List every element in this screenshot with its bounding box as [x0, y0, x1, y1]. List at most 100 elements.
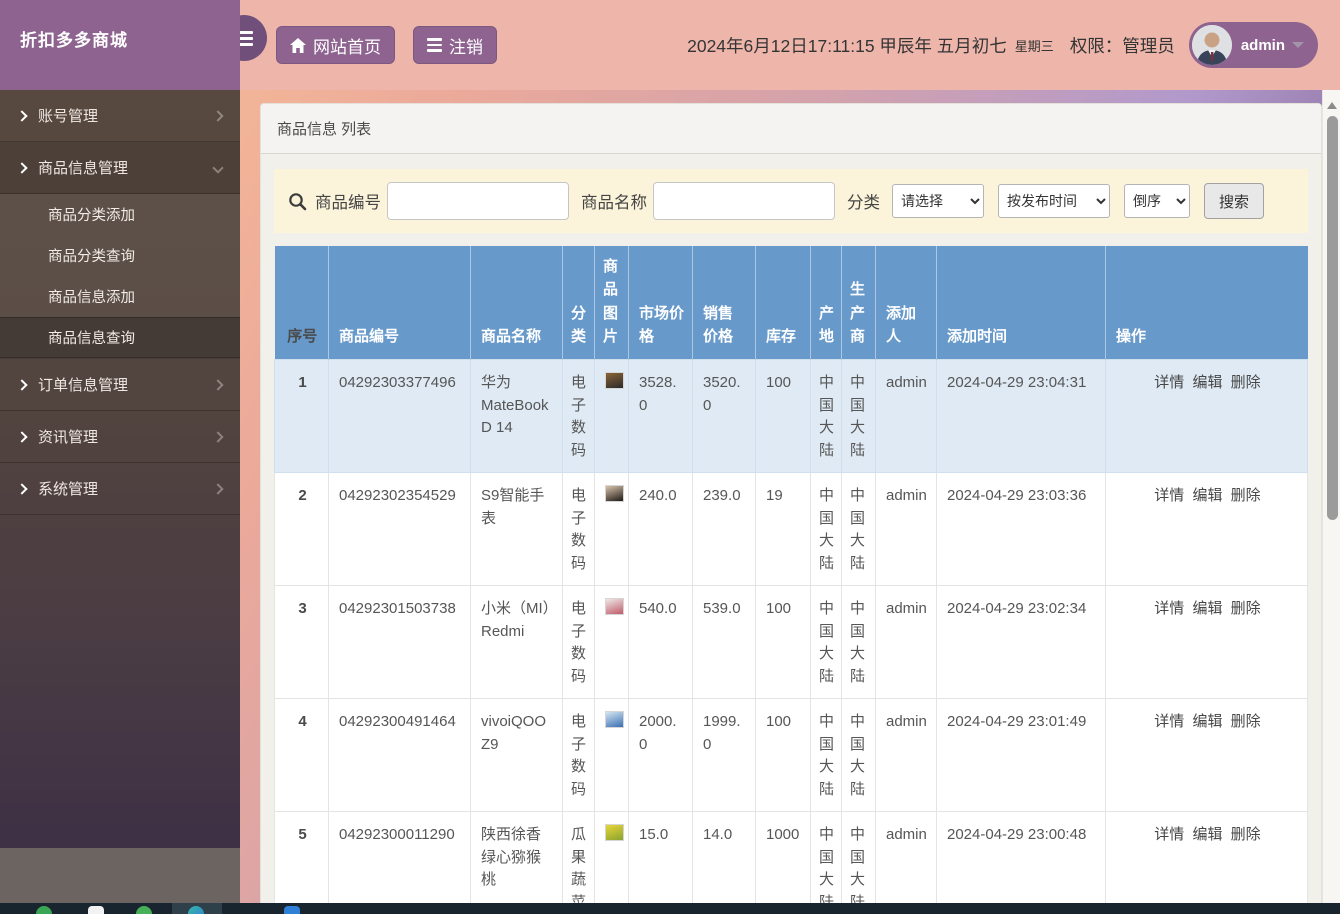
- row-image-cell: [594, 585, 629, 699]
- table-row: 5 04292300011290 陕西徐香绿心猕猴桃 瓜果蔬菜 15.0 14.…: [274, 811, 1308, 903]
- row-stock: 100: [755, 585, 811, 699]
- chevron-right-icon: [212, 482, 224, 495]
- sidebar-item-product-category-add[interactable]: 商品分类添加: [0, 194, 240, 235]
- row-index: 4: [274, 698, 329, 812]
- chevron-right-icon: [16, 109, 28, 122]
- col-header-producer: 生产商: [841, 246, 876, 360]
- sidebar-item-product-category-query[interactable]: 商品分类查询: [0, 235, 240, 276]
- sort-order-select[interactable]: 倒序: [1124, 184, 1190, 218]
- sidebar-item-order-management[interactable]: 订单信息管理: [0, 359, 240, 411]
- col-header-product-image: 商品图片: [594, 246, 629, 360]
- delete-link[interactable]: 删除: [1231, 713, 1261, 730]
- row-producer: 中国大陆: [841, 698, 876, 812]
- taskbar-app-icon[interactable]: [36, 906, 52, 914]
- edit-link[interactable]: 编辑: [1192, 713, 1222, 730]
- sidebar-item-account-management[interactable]: 账号管理: [0, 90, 240, 142]
- delete-link[interactable]: 删除: [1231, 600, 1261, 617]
- chevron-right-icon: [212, 378, 224, 391]
- chevron-right-icon: [212, 430, 224, 443]
- detail-link[interactable]: 详情: [1154, 374, 1184, 391]
- table-row: 3 04292301503738 小米（MI）Redmi 电子数码 540.0 …: [274, 585, 1308, 699]
- row-index: 2: [274, 472, 329, 586]
- sidebar-item-product-info-add[interactable]: 商品信息添加: [0, 276, 240, 317]
- scrollbar-thumb[interactable]: [1326, 116, 1338, 520]
- detail-link[interactable]: 详情: [1154, 713, 1184, 730]
- chevron-down-icon: [212, 161, 224, 174]
- detail-link[interactable]: 详情: [1154, 826, 1184, 843]
- row-category: 电子数码: [562, 585, 595, 699]
- row-added-by: admin: [875, 359, 937, 473]
- row-stock: 19: [755, 472, 811, 586]
- row-added-time: 2024-04-29 23:04:31: [936, 359, 1106, 473]
- home-icon: [290, 37, 306, 53]
- delete-link[interactable]: 删除: [1231, 487, 1261, 504]
- taskbar-app-icon[interactable]: [136, 906, 152, 914]
- edit-link[interactable]: 编辑: [1192, 826, 1222, 843]
- row-added-time: 2024-04-29 23:02:34: [936, 585, 1106, 699]
- logout-button[interactable]: 注销: [413, 26, 497, 64]
- sidebar: 折扣多多商城 账号管理 商品信息管理 商品分类添加 商品分类查询 商品信息添加 …: [0, 0, 240, 903]
- row-added-by: admin: [875, 472, 937, 586]
- row-producer: 中国大陆: [841, 359, 876, 473]
- sidebar-subitem-label: 商品分类添加: [48, 208, 135, 224]
- sidebar-item-news-management[interactable]: 资讯管理: [0, 411, 240, 463]
- row-added-time: 2024-04-29 23:03:36: [936, 472, 1106, 586]
- scroll-up-arrow-icon[interactable]: [1327, 102, 1337, 109]
- sidebar-item-label: 资讯管理: [38, 429, 99, 446]
- row-sale-price: 239.0: [692, 472, 756, 586]
- product-name-label: 商品名称: [581, 194, 647, 212]
- col-header-origin: 产地: [810, 246, 842, 360]
- table-row: 2 04292302354529 S9智能手表 电子数码 240.0 239.0…: [274, 472, 1308, 586]
- page-title: 商品信息 列表: [277, 121, 372, 138]
- list-icon: [427, 38, 442, 52]
- product-image: [605, 598, 624, 615]
- edit-link[interactable]: 编辑: [1192, 374, 1222, 391]
- user-menu[interactable]: admin: [1188, 22, 1318, 68]
- row-product-no: 04292300011290: [328, 811, 471, 903]
- row-producer: 中国大陆: [841, 585, 876, 699]
- row-product-name: 小米（MI）Redmi: [470, 585, 563, 699]
- col-header-category: 分类: [562, 246, 595, 360]
- row-market-price: 3528.0: [628, 359, 693, 473]
- product-name-input[interactable]: [653, 182, 835, 220]
- sidebar-item-system-management[interactable]: 系统管理: [0, 463, 240, 515]
- product-image: [605, 372, 624, 389]
- category-select[interactable]: 请选择: [892, 184, 984, 218]
- chevron-right-icon: [16, 378, 28, 391]
- row-index: 3: [274, 585, 329, 699]
- row-origin: 中国大陆: [810, 585, 842, 699]
- row-index: 5: [274, 811, 329, 903]
- taskbar-app-icon[interactable]: [88, 906, 104, 914]
- row-market-price: 15.0: [628, 811, 693, 903]
- product-no-label: 商品编号: [315, 194, 381, 212]
- panel-body: 商品编号 商品名称 分类 请选择 按发布时间 倒序 搜索 序号 商品编号 商品名…: [261, 154, 1321, 903]
- edit-link[interactable]: 编辑: [1192, 600, 1222, 617]
- row-category: 电子数码: [562, 698, 595, 812]
- category-label: 分类: [847, 194, 880, 212]
- product-no-input[interactable]: [387, 182, 569, 220]
- products-table: 序号 商品编号 商品名称 分类 商品图片 市场价格 销售价格 库存 产地 生产商…: [274, 246, 1308, 903]
- row-product-no: 04292300491464: [328, 698, 471, 812]
- edit-link[interactable]: 编辑: [1192, 487, 1222, 504]
- vertical-scrollbar[interactable]: [1322, 90, 1340, 903]
- detail-link[interactable]: 详情: [1154, 600, 1184, 617]
- row-actions: 详情 编辑 删除: [1105, 359, 1308, 473]
- sidebar-item-product-info-query[interactable]: 商品信息查询: [0, 317, 240, 358]
- sidebar-subitem-label: 商品信息查询: [48, 331, 135, 347]
- sidebar-item-product-info-management[interactable]: 商品信息管理: [0, 142, 240, 194]
- search-toolbar: 商品编号 商品名称 分类 请选择 按发布时间 倒序 搜索: [274, 169, 1308, 233]
- table-header-row: 序号 商品编号 商品名称 分类 商品图片 市场价格 销售价格 库存 产地 生产商…: [274, 246, 1308, 360]
- taskbar-app-icon[interactable]: [284, 906, 300, 914]
- detail-link[interactable]: 详情: [1154, 487, 1184, 504]
- col-header-sale-price: 销售价格: [692, 246, 756, 360]
- sidebar-item-label: 商品信息管理: [38, 160, 129, 177]
- delete-link[interactable]: 删除: [1231, 374, 1261, 391]
- search-button[interactable]: 搜索: [1204, 183, 1265, 219]
- delete-link[interactable]: 删除: [1231, 826, 1261, 843]
- home-button[interactable]: 网站首页: [276, 26, 395, 64]
- row-category: 电子数码: [562, 472, 595, 586]
- os-taskbar[interactable]: [0, 903, 1340, 914]
- sort-field-select[interactable]: 按发布时间: [998, 184, 1110, 218]
- permission-text: 权限：管理员: [1069, 35, 1175, 56]
- chevron-right-icon: [212, 109, 224, 122]
